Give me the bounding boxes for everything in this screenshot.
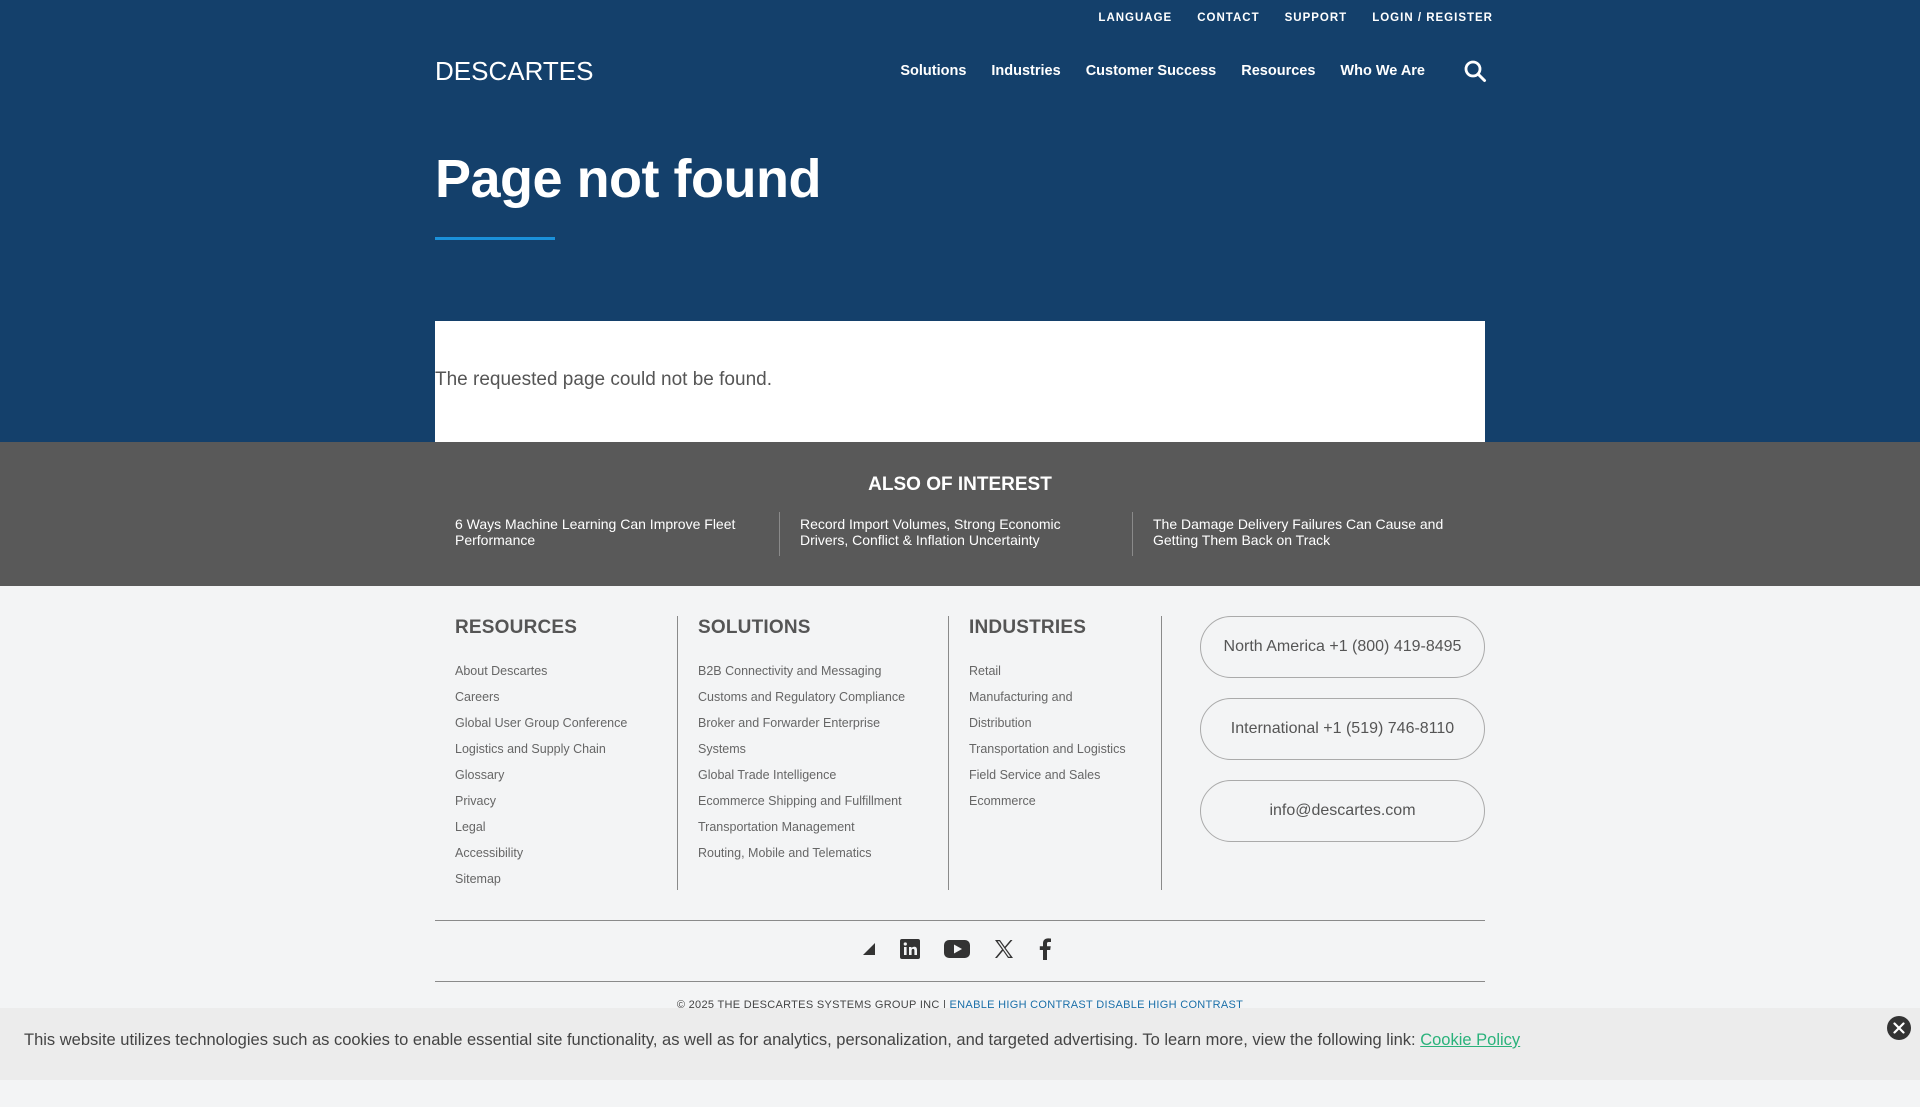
x-icon[interactable] xyxy=(994,939,1014,959)
footer-link[interactable]: Privacy xyxy=(455,794,496,808)
language-link[interactable]: LANGUAGE xyxy=(1098,12,1172,24)
footer-link[interactable]: Transportation Management xyxy=(698,820,855,834)
nav-solutions[interactable]: Solutions xyxy=(900,63,966,79)
close-icon[interactable] xyxy=(1887,1016,1911,1040)
nav-industries[interactable]: Industries xyxy=(991,63,1060,79)
footer-link[interactable]: Routing, Mobile and Telematics xyxy=(698,846,871,860)
footer-list: Retail Manufacturing and Distribution Tr… xyxy=(969,658,1161,814)
also-of-interest: ALSO OF INTEREST 6 Ways Machine Learning… xyxy=(0,442,1920,586)
footer-link[interactable]: Sitemap xyxy=(455,872,501,886)
contact-buttons: North America +1 (800) 419-8495 Internat… xyxy=(1200,616,1485,862)
descartes-icon[interactable] xyxy=(862,942,876,956)
nav-customer-success[interactable]: Customer Success xyxy=(1086,63,1217,79)
cookie-policy-link[interactable]: Cookie Policy xyxy=(1420,1031,1520,1049)
footer-link[interactable]: Global User Group Conference xyxy=(455,716,627,730)
interest-heading: ALSO OF INTEREST xyxy=(868,474,1052,495)
content-box: The requested page could not be found. xyxy=(435,321,1485,442)
interest-links: 6 Ways Machine Learning Can Improve Flee… xyxy=(435,512,1485,556)
footer-list: B2B Connectivity and Messaging Customs a… xyxy=(698,658,948,866)
not-found-message: The requested page could not be found. xyxy=(435,369,772,390)
footer-link[interactable]: B2B Connectivity and Messaging xyxy=(698,664,881,678)
interest-link[interactable]: 6 Ways Machine Learning Can Improve Flee… xyxy=(435,512,779,556)
footer-heading: RESOURCES xyxy=(455,617,578,638)
logo-wordmark: DESCARTES xyxy=(435,56,593,84)
footer-divider xyxy=(1161,616,1201,890)
footer-link[interactable]: Distribution xyxy=(969,716,1032,730)
nav-who-we-are[interactable]: Who We Are xyxy=(1340,63,1425,79)
footer-link[interactable]: Glossary xyxy=(455,768,504,782)
login-register-link[interactable]: LOGIN / REGISTER xyxy=(1372,12,1493,24)
cookie-banner: This website utilizes technologies such … xyxy=(0,1008,1920,1080)
svg-text:DESCARTES: DESCARTES xyxy=(435,56,593,84)
footer-link[interactable]: Ecommerce Shipping and Fulfillment xyxy=(698,794,902,808)
support-link[interactable]: SUPPORT xyxy=(1285,12,1348,24)
site-header: LANGUAGE CONTACT SUPPORT LOGIN / REGISTE… xyxy=(0,0,1920,442)
footer-industries: INDUSTRIES Retail Manufacturing and Dist… xyxy=(948,616,1161,890)
utility-nav: LANGUAGE CONTACT SUPPORT LOGIN / REGISTE… xyxy=(1098,12,1493,24)
footer-link[interactable]: Accessibility xyxy=(455,846,523,860)
linkedin-icon[interactable] xyxy=(900,939,920,959)
footer-link[interactable]: Systems xyxy=(698,742,746,756)
contact-link[interactable]: CONTACT xyxy=(1197,12,1259,24)
interest-link[interactable]: Record Import Volumes, Strong Economic D… xyxy=(779,512,1132,556)
footer-link[interactable]: Careers xyxy=(455,690,499,704)
footer-link[interactable]: Broker and Forwarder Enterprise xyxy=(698,716,880,730)
footer-link[interactable]: Retail xyxy=(969,664,1001,678)
interest-link[interactable]: The Damage Delivery Failures Can Cause a… xyxy=(1132,512,1485,556)
social-links xyxy=(862,938,1052,960)
nav-resources[interactable]: Resources xyxy=(1241,63,1315,79)
cookie-text: This website utilizes technologies such … xyxy=(24,1031,1416,1049)
footer-link[interactable]: Customs and Regulatory Compliance xyxy=(698,690,905,704)
footer-solutions: SOLUTIONS B2B Connectivity and Messaging… xyxy=(677,616,948,890)
cookie-message: This website utilizes technologies such … xyxy=(24,1031,1520,1050)
footer-link[interactable]: Field Service and Sales xyxy=(969,768,1100,782)
footer-link[interactable]: Legal xyxy=(455,820,486,834)
email-button[interactable]: info@descartes.com xyxy=(1200,780,1485,842)
footer-divider-bottom xyxy=(435,981,1485,982)
footer-resources: RESOURCES About Descartes Careers Global… xyxy=(435,616,677,890)
footer-heading: INDUSTRIES xyxy=(969,617,1087,638)
facebook-icon[interactable] xyxy=(1038,938,1052,960)
page-title: Page not found xyxy=(435,149,821,209)
footer-link[interactable]: Global Trade Intelligence xyxy=(698,768,836,782)
title-underline xyxy=(435,237,555,240)
footer-divider-top xyxy=(435,920,1485,921)
search-icon[interactable] xyxy=(1463,59,1487,83)
north-america-phone-button[interactable]: North America +1 (800) 419-8495 xyxy=(1200,616,1485,678)
main-nav: Solutions Industries Customer Success Re… xyxy=(900,63,1425,79)
footer-link[interactable]: Logistics and Supply Chain xyxy=(455,742,606,756)
footer-link[interactable]: About Descartes xyxy=(455,664,547,678)
footer-link[interactable]: Transportation and Logistics xyxy=(969,742,1126,756)
footer-list: About Descartes Careers Global User Grou… xyxy=(455,658,677,892)
footer-link[interactable]: Manufacturing and xyxy=(969,690,1073,704)
footer-link[interactable]: Ecommerce xyxy=(969,794,1036,808)
descartes-logo[interactable]: DESCARTES xyxy=(435,56,657,84)
international-phone-button[interactable]: International +1 (519) 746-8110 xyxy=(1200,698,1485,760)
footer-heading: SOLUTIONS xyxy=(698,617,811,638)
youtube-icon[interactable] xyxy=(944,939,970,959)
